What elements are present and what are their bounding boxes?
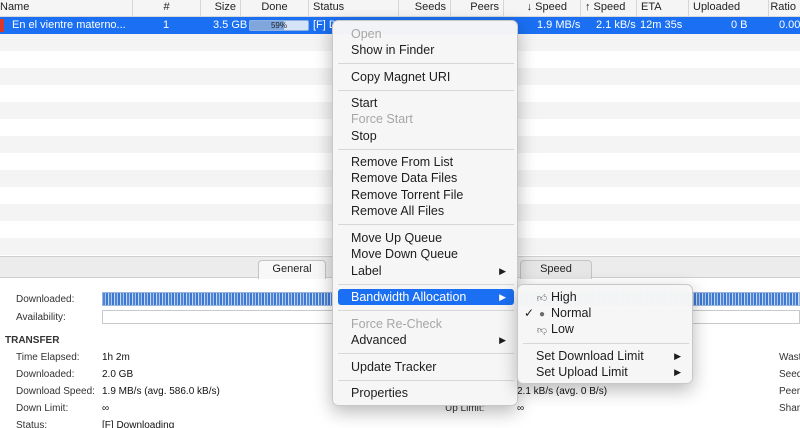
menu-item-remove-all-files[interactable]: Remove All Files (338, 203, 514, 219)
downloaded-value: 2.0 GB (102, 369, 134, 380)
menu-item-update-tracker[interactable]: Update Tracker (338, 359, 514, 375)
submenu-arrow-icon: ▶ (499, 266, 506, 276)
submenu-item-set-download-limit[interactable]: Set Download Limit ▶ (523, 348, 689, 364)
column-header-down-speed[interactable]: ↓ Speed (503, 0, 571, 17)
torrent-eta: 12m 35s (640, 19, 683, 31)
transfer-section-title: TRANSFER (5, 335, 60, 346)
column-header-done[interactable]: Done (240, 0, 308, 17)
torrent-uploaded: 0 B (731, 19, 748, 31)
down-limit-value: ∞ (102, 403, 110, 414)
menu-item-open[interactable]: Open (338, 26, 514, 42)
torrent-queue: 1 (163, 19, 170, 31)
wasted-label: Wast (779, 352, 800, 363)
submenu-item-low-text: Low (551, 322, 574, 336)
menu-separator (338, 310, 514, 311)
torrent-status-marker (0, 19, 4, 32)
submenu-arrow-icon: ▶ (499, 292, 506, 302)
torrent-name: En el vientre materno... (12, 19, 126, 31)
torrent-size: 3.5 GB (213, 19, 248, 31)
column-header-ratio[interactable]: Ratio (768, 0, 800, 17)
submenu-item-low[interactable]: 👎︎ Low (523, 321, 689, 337)
menu-separator (338, 90, 514, 91)
torrent-down-speed: 1.9 MB/s (537, 19, 581, 31)
menu-item-remove-data-files[interactable]: Remove Data Files (338, 170, 514, 186)
menu-item-move-down-queue[interactable]: Move Down Queue (338, 246, 514, 262)
menu-separator (338, 149, 514, 150)
download-speed-value: 1.9 MB/s (avg. 586.0 kB/s) (102, 386, 220, 397)
menu-item-force-recheck[interactable]: Force Re-Check (338, 316, 514, 332)
menu-item-label[interactable]: Label ▶ (338, 263, 514, 279)
submenu-arrow-icon: ▶ (499, 335, 506, 345)
torrent-ratio: 0.00 (779, 19, 800, 31)
menu-item-advanced[interactable]: Advanced ▶ (338, 332, 514, 348)
menu-item-copy-magnet-uri[interactable]: Copy Magnet URI (338, 69, 514, 85)
torrent-table-header: Name # Size Done Status Seeds Peers ↓ Sp… (0, 0, 800, 17)
torrent-up-speed: 2.1 kB/s (596, 19, 636, 31)
downloaded-bar-label: Downloaded: (16, 294, 75, 305)
menu-item-remove-torrent-file[interactable]: Remove Torrent File (338, 187, 514, 203)
down-limit-label: Down Limit: (16, 403, 69, 414)
submenu-item-set-download-limit-text: Set Download Limit (536, 349, 644, 363)
submenu-item-high[interactable]: 👍︎ High (523, 289, 689, 305)
column-header-seeds[interactable]: Seeds (398, 0, 450, 17)
menu-item-properties[interactable]: Properties (338, 385, 514, 401)
torrent-progress-bar: 59% (249, 20, 309, 31)
menu-separator (338, 380, 514, 381)
submenu-arrow-icon: ▶ (674, 351, 681, 361)
menu-separator (338, 63, 514, 64)
checkmark-icon: ✓ (524, 306, 535, 320)
column-header-uploaded[interactable]: Uploaded (688, 0, 768, 17)
availability-label: Availability: (16, 312, 66, 323)
download-speed-label: Download Speed: (16, 386, 95, 397)
menu-item-start[interactable]: Start (338, 95, 514, 111)
menu-separator (523, 343, 689, 344)
submenu-item-set-upload-limit-text: Set Upload Limit (536, 365, 628, 379)
submenu-item-normal[interactable]: ✓ ● Normal (523, 305, 689, 321)
peers-label: Peer (779, 386, 800, 397)
column-header-status[interactable]: Status (308, 0, 398, 17)
column-header-queue[interactable]: # (132, 0, 200, 17)
column-header-size[interactable]: Size (200, 0, 240, 17)
bandwidth-submenu: 👍︎ High ✓ ● Normal 👎︎ Low Set Download Limi… (517, 284, 693, 384)
menu-item-label-text: Label (351, 264, 382, 278)
status-label: Status: (16, 420, 48, 428)
torrent-progress-label: 59% (270, 21, 287, 30)
menu-separator (338, 284, 514, 285)
menu-item-force-start[interactable]: Force Start (338, 111, 514, 127)
menu-item-advanced-text: Advanced (351, 333, 407, 347)
upload-speed-value: 2.1 kB/s (avg. 0 B/s) (517, 386, 608, 397)
status-value: [F] Downloading (102, 420, 175, 428)
menu-item-stop[interactable]: Stop (338, 128, 514, 144)
up-limit-value: ∞ (517, 403, 525, 414)
menu-separator (338, 353, 514, 354)
column-header-name[interactable]: Name (0, 0, 132, 17)
menu-item-bandwidth-allocation[interactable]: Bandwidth Allocation ▶ (338, 289, 514, 305)
menu-item-move-up-queue[interactable]: Move Up Queue (338, 230, 514, 246)
menu-item-show-in-finder[interactable]: Show in Finder (338, 42, 514, 58)
tab-speed[interactable]: Speed (520, 260, 592, 279)
column-header-eta[interactable]: ETA (636, 0, 688, 17)
time-elapsed-label: Time Elapsed: (16, 352, 80, 363)
seeds-label: Seed (779, 369, 800, 380)
column-header-up-speed[interactable]: ↑ Speed (580, 0, 636, 17)
torrent-context-menu: Open Show in Finder Copy Magnet URI Star… (332, 20, 518, 406)
menu-item-bandwidth-text: Bandwidth Allocation (351, 290, 467, 304)
column-header-peers[interactable]: Peers (450, 0, 503, 17)
tab-general[interactable]: General (258, 260, 326, 279)
submenu-item-normal-text: Normal (551, 306, 592, 320)
thumbs-down-icon: 👎︎ (536, 325, 548, 336)
submenu-arrow-icon: ▶ (674, 367, 681, 377)
submenu-item-set-upload-limit[interactable]: Set Upload Limit ▶ (523, 364, 689, 380)
share-ratio-label: Shar (779, 403, 800, 414)
menu-separator (338, 224, 514, 225)
time-elapsed-value: 1h 2m (102, 352, 130, 363)
menu-item-remove-from-list[interactable]: Remove From List (338, 154, 514, 170)
submenu-item-high-text: High (551, 290, 577, 304)
downloaded-label: Downloaded: (16, 369, 75, 380)
